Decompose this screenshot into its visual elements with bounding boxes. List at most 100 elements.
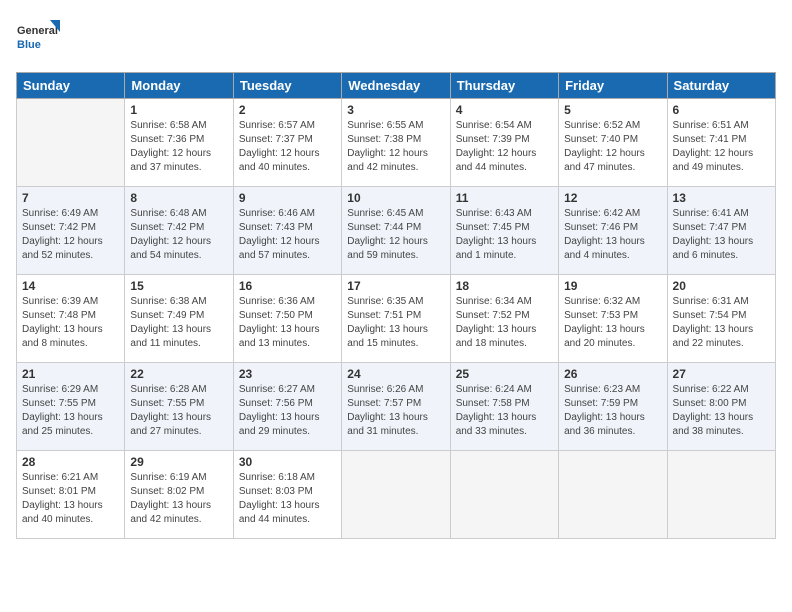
day-number: 20 bbox=[673, 279, 770, 293]
day-info: Sunrise: 6:39 AMSunset: 7:48 PMDaylight:… bbox=[22, 295, 119, 351]
day-info: Sunrise: 6:22 AMSunset: 8:00 PMDaylight:… bbox=[673, 383, 770, 439]
calendar-cell: 7Sunrise: 6:49 AMSunset: 7:42 PMDaylight… bbox=[17, 187, 125, 275]
calendar-cell: 30 Sunrise: 6:18 AMSunset: 8:03 PMDayligh… bbox=[233, 451, 341, 539]
calendar-cell: 4 Sunrise: 6:54 AMSunset: 7:39 PMDaylight… bbox=[450, 99, 558, 187]
day-info: Sunrise: 6:45 AMSunset: 7:44 PMDaylight:… bbox=[347, 207, 444, 263]
week-row-3: 14 Sunrise: 6:39 AMSunset: 7:48 PMDayligh… bbox=[17, 275, 776, 363]
calendar-cell: 10 Sunrise: 6:45 AMSunset: 7:44 PMDayligh… bbox=[342, 187, 450, 275]
calendar-cell: 6 Sunrise: 6:51 AMSunset: 7:41 PMDaylight… bbox=[667, 99, 775, 187]
day-info: Sunrise: 6:54 AMSunset: 7:39 PMDaylight:… bbox=[456, 119, 553, 175]
weekday-header-sunday: Sunday bbox=[17, 73, 125, 99]
svg-text:Blue: Blue bbox=[17, 39, 41, 51]
calendar-cell: 2 Sunrise: 6:57 AMSunset: 7:37 PMDaylight… bbox=[233, 99, 341, 187]
day-info: Sunrise: 6:28 AMSunset: 7:55 PMDaylight:… bbox=[130, 383, 227, 439]
calendar-cell: 11 Sunrise: 6:43 AMSunset: 7:45 PMDayligh… bbox=[450, 187, 558, 275]
day-info: Sunrise: 6:42 AMSunset: 7:46 PMDaylight:… bbox=[564, 207, 661, 263]
week-row-1: 1Sunrise: 6:58 AMSunset: 7:36 PMDaylight… bbox=[17, 99, 776, 187]
day-number: 27 bbox=[673, 367, 770, 381]
calendar-cell: 23Sunrise: 6:27 AMSunset: 7:56 PMDayligh… bbox=[233, 363, 341, 451]
week-row-5: 28Sunrise: 6:21 AMSunset: 8:01 PMDayligh… bbox=[17, 451, 776, 539]
calendar-cell: 3 Sunrise: 6:55 AMSunset: 7:38 PMDaylight… bbox=[342, 99, 450, 187]
day-info: Sunrise: 6:51 AMSunset: 7:41 PMDaylight:… bbox=[673, 119, 770, 175]
weekday-header-saturday: Saturday bbox=[667, 73, 775, 99]
calendar-table: SundayMondayTuesdayWednesdayThursdayFrid… bbox=[16, 72, 776, 539]
day-info: Sunrise: 6:36 AMSunset: 7:50 PMDaylight:… bbox=[239, 295, 336, 351]
day-info: Sunrise: 6:38 AMSunset: 7:49 PMDaylight:… bbox=[130, 295, 227, 351]
calendar-cell: 21 Sunrise: 6:29 AMSunset: 7:55 PMDayligh… bbox=[17, 363, 125, 451]
day-number: 4 bbox=[456, 103, 553, 117]
day-info: Sunrise: 6:23 AMSunset: 7:59 PMDaylight:… bbox=[564, 383, 661, 439]
calendar-cell bbox=[342, 451, 450, 539]
day-number: 24 bbox=[347, 367, 444, 381]
calendar-cell: 9 Sunrise: 6:46 AMSunset: 7:43 PMDaylight… bbox=[233, 187, 341, 275]
day-info: Sunrise: 6:19 AMSunset: 8:02 PMDaylight:… bbox=[130, 471, 227, 527]
svg-text:General: General bbox=[17, 25, 58, 37]
day-info: Sunrise: 6:46 AMSunset: 7:43 PMDaylight:… bbox=[239, 207, 336, 263]
day-number: 3 bbox=[347, 103, 444, 117]
day-info: Sunrise: 6:52 AMSunset: 7:40 PMDaylight:… bbox=[564, 119, 661, 175]
day-number: 11 bbox=[456, 191, 553, 205]
weekday-header-friday: Friday bbox=[559, 73, 667, 99]
page-header: General Blue bbox=[16, 16, 776, 60]
day-info: Sunrise: 6:35 AMSunset: 7:51 PMDaylight:… bbox=[347, 295, 444, 351]
weekday-header-tuesday: Tuesday bbox=[233, 73, 341, 99]
calendar-cell: 1Sunrise: 6:58 AMSunset: 7:36 PMDaylight… bbox=[125, 99, 233, 187]
day-info: Sunrise: 6:24 AMSunset: 7:58 PMDaylight:… bbox=[456, 383, 553, 439]
day-number: 17 bbox=[347, 279, 444, 293]
calendar-cell: 25 Sunrise: 6:24 AMSunset: 7:58 PMDayligh… bbox=[450, 363, 558, 451]
day-number: 22 bbox=[130, 367, 227, 381]
day-number: 8 bbox=[130, 191, 227, 205]
calendar-cell: 15Sunrise: 6:38 AMSunset: 7:49 PMDayligh… bbox=[125, 275, 233, 363]
calendar-cell: 12 Sunrise: 6:42 AMSunset: 7:46 PMDayligh… bbox=[559, 187, 667, 275]
day-info: Sunrise: 6:41 AMSunset: 7:47 PMDaylight:… bbox=[673, 207, 770, 263]
day-number: 13 bbox=[673, 191, 770, 205]
day-number: 14 bbox=[22, 279, 119, 293]
day-info: Sunrise: 6:32 AMSunset: 7:53 PMDaylight:… bbox=[564, 295, 661, 351]
day-number: 10 bbox=[347, 191, 444, 205]
calendar-cell: 14 Sunrise: 6:39 AMSunset: 7:48 PMDayligh… bbox=[17, 275, 125, 363]
calendar-cell: 27 Sunrise: 6:22 AMSunset: 8:00 PMDayligh… bbox=[667, 363, 775, 451]
day-number: 9 bbox=[239, 191, 336, 205]
day-info: Sunrise: 6:57 AMSunset: 7:37 PMDaylight:… bbox=[239, 119, 336, 175]
calendar-cell: 18 Sunrise: 6:34 AMSunset: 7:52 PMDayligh… bbox=[450, 275, 558, 363]
calendar-cell: 16 Sunrise: 6:36 AMSunset: 7:50 PMDayligh… bbox=[233, 275, 341, 363]
day-info: Sunrise: 6:55 AMSunset: 7:38 PMDaylight:… bbox=[347, 119, 444, 175]
day-number: 6 bbox=[673, 103, 770, 117]
day-number: 16 bbox=[239, 279, 336, 293]
day-number: 25 bbox=[456, 367, 553, 381]
day-number: 5 bbox=[564, 103, 661, 117]
day-number: 2 bbox=[239, 103, 336, 117]
weekday-header-wednesday: Wednesday bbox=[342, 73, 450, 99]
week-row-4: 21 Sunrise: 6:29 AMSunset: 7:55 PMDayligh… bbox=[17, 363, 776, 451]
calendar-cell: 29 Sunrise: 6:19 AMSunset: 8:02 PMDayligh… bbox=[125, 451, 233, 539]
day-info: Sunrise: 6:34 AMSunset: 7:52 PMDaylight:… bbox=[456, 295, 553, 351]
day-number: 28 bbox=[22, 455, 119, 469]
day-info: Sunrise: 6:26 AMSunset: 7:57 PMDaylight:… bbox=[347, 383, 444, 439]
calendar-cell: 8 Sunrise: 6:48 AMSunset: 7:42 PMDaylight… bbox=[125, 187, 233, 275]
day-info: Sunrise: 6:18 AMSunset: 8:03 PMDaylight:… bbox=[239, 471, 336, 527]
day-info: Sunrise: 6:48 AMSunset: 7:42 PMDaylight:… bbox=[130, 207, 227, 263]
day-info: Sunrise: 6:49 AMSunset: 7:42 PMDaylight:… bbox=[22, 207, 119, 263]
day-info: Sunrise: 6:29 AMSunset: 7:55 PMDaylight:… bbox=[22, 383, 119, 439]
logo-svg: General Blue bbox=[16, 16, 60, 60]
day-info: Sunrise: 6:31 AMSunset: 7:54 PMDaylight:… bbox=[673, 295, 770, 351]
calendar-cell bbox=[17, 99, 125, 187]
day-info: Sunrise: 6:43 AMSunset: 7:45 PMDaylight:… bbox=[456, 207, 553, 263]
calendar-cell bbox=[559, 451, 667, 539]
weekday-header-row: SundayMondayTuesdayWednesdayThursdayFrid… bbox=[17, 73, 776, 99]
day-number: 19 bbox=[564, 279, 661, 293]
weekday-header-monday: Monday bbox=[125, 73, 233, 99]
calendar-cell: 5 Sunrise: 6:52 AMSunset: 7:40 PMDaylight… bbox=[559, 99, 667, 187]
logo: General Blue bbox=[16, 16, 60, 60]
calendar-cell: 13 Sunrise: 6:41 AMSunset: 7:47 PMDayligh… bbox=[667, 187, 775, 275]
day-number: 21 bbox=[22, 367, 119, 381]
day-number: 30 bbox=[239, 455, 336, 469]
day-number: 18 bbox=[456, 279, 553, 293]
day-number: 29 bbox=[130, 455, 227, 469]
calendar-cell: 17 Sunrise: 6:35 AMSunset: 7:51 PMDayligh… bbox=[342, 275, 450, 363]
calendar-cell: 28Sunrise: 6:21 AMSunset: 8:01 PMDayligh… bbox=[17, 451, 125, 539]
day-number: 12 bbox=[564, 191, 661, 205]
calendar-cell: 24 Sunrise: 6:26 AMSunset: 7:57 PMDayligh… bbox=[342, 363, 450, 451]
day-number: 1 bbox=[130, 103, 227, 117]
day-number: 23 bbox=[239, 367, 336, 381]
